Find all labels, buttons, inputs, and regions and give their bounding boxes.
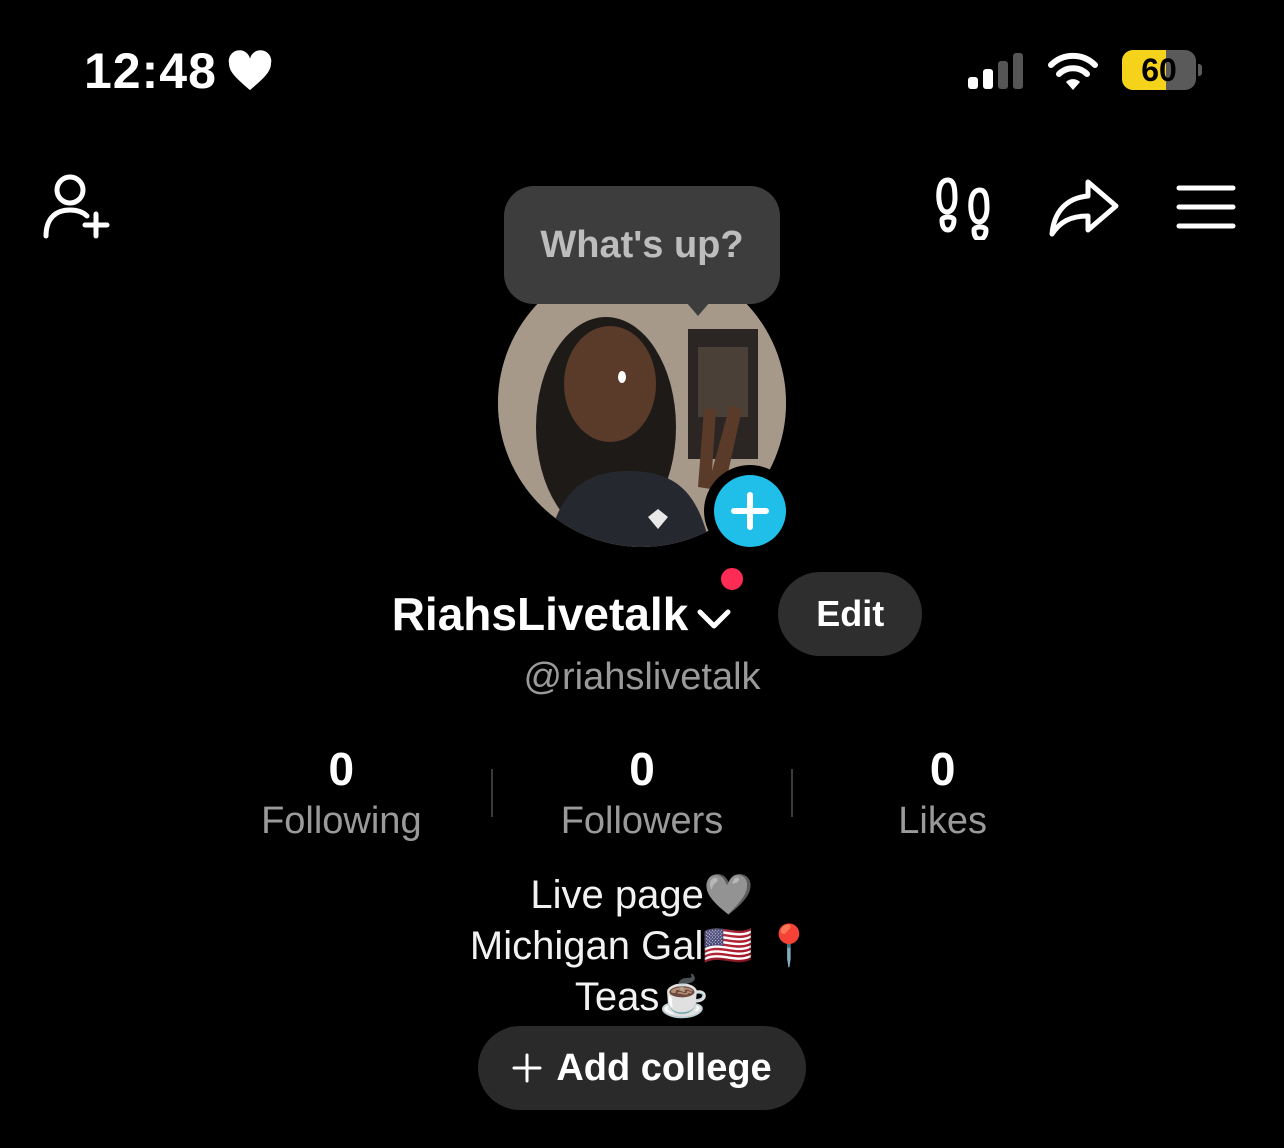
footprint-icon (936, 177, 990, 242)
signal-icon (968, 53, 1023, 89)
chevron-down-icon (696, 565, 747, 641)
bubble-tail (686, 302, 710, 316)
stat-followers[interactable]: 0 Followers (493, 742, 792, 844)
battery-icon: 60 (1122, 50, 1196, 90)
bio-line-3: Teas☕️ (574, 975, 710, 1019)
stat-label: Following (261, 800, 422, 842)
stat-value: 0 (629, 743, 655, 795)
hamburger-menu-icon (1176, 185, 1236, 229)
edit-profile-button[interactable]: Edit (778, 572, 923, 656)
share-profile-button[interactable] (1048, 178, 1120, 243)
username-handle: @riahslivetalk (523, 656, 761, 698)
heart-icon (228, 50, 272, 91)
stat-value: 0 (328, 743, 355, 795)
add-college-button[interactable]: Add college (478, 1026, 806, 1110)
profile-bio: Live page🩶 Michigan Gal🇺🇸 📍 Teas☕️ (0, 870, 1284, 1023)
stat-value: 0 (929, 743, 956, 795)
add-friend-button[interactable] (42, 172, 114, 245)
plus-icon (512, 1053, 542, 1083)
stat-likes[interactable]: 0 Likes (793, 742, 1092, 844)
menu-button[interactable] (1176, 184, 1236, 235)
bio-line-1: Live page🩶 (530, 873, 754, 917)
add-friend-icon (43, 174, 110, 239)
display-name: RiahsLivetalk (391, 588, 689, 640)
stat-following[interactable]: 0 Following (192, 742, 491, 844)
add-story-circle (714, 475, 786, 547)
status-time: 12:48 (84, 42, 273, 100)
notification-dot (718, 565, 747, 593)
status-indicators: 60 (966, 50, 1202, 90)
battery-level: 60 (1141, 51, 1177, 88)
plus-icon (731, 492, 769, 530)
display-name-switcher[interactable]: RiahsLivetalk (391, 565, 747, 641)
profile-stats: 0 Following 0 Followers 0 Likes (192, 742, 1092, 844)
status-note-bubble[interactable]: What's up? (504, 186, 780, 304)
edit-label: Edit (816, 593, 885, 634)
stat-label: Followers (560, 800, 724, 842)
bio-line-2: Michigan Gal🇺🇸 📍 (469, 924, 815, 968)
add-college-label: Add college (556, 1046, 772, 1089)
profile-views-button[interactable] (934, 176, 996, 245)
add-story-button[interactable] (704, 465, 796, 557)
share-icon (1049, 179, 1119, 237)
bubble-text: What's up? (540, 223, 744, 266)
profile-name-row: RiahsLivetalk Edit (0, 565, 1284, 656)
wifi-icon (1048, 52, 1098, 90)
time-text: 12:48 (84, 43, 217, 99)
stat-label: Likes (898, 800, 987, 842)
